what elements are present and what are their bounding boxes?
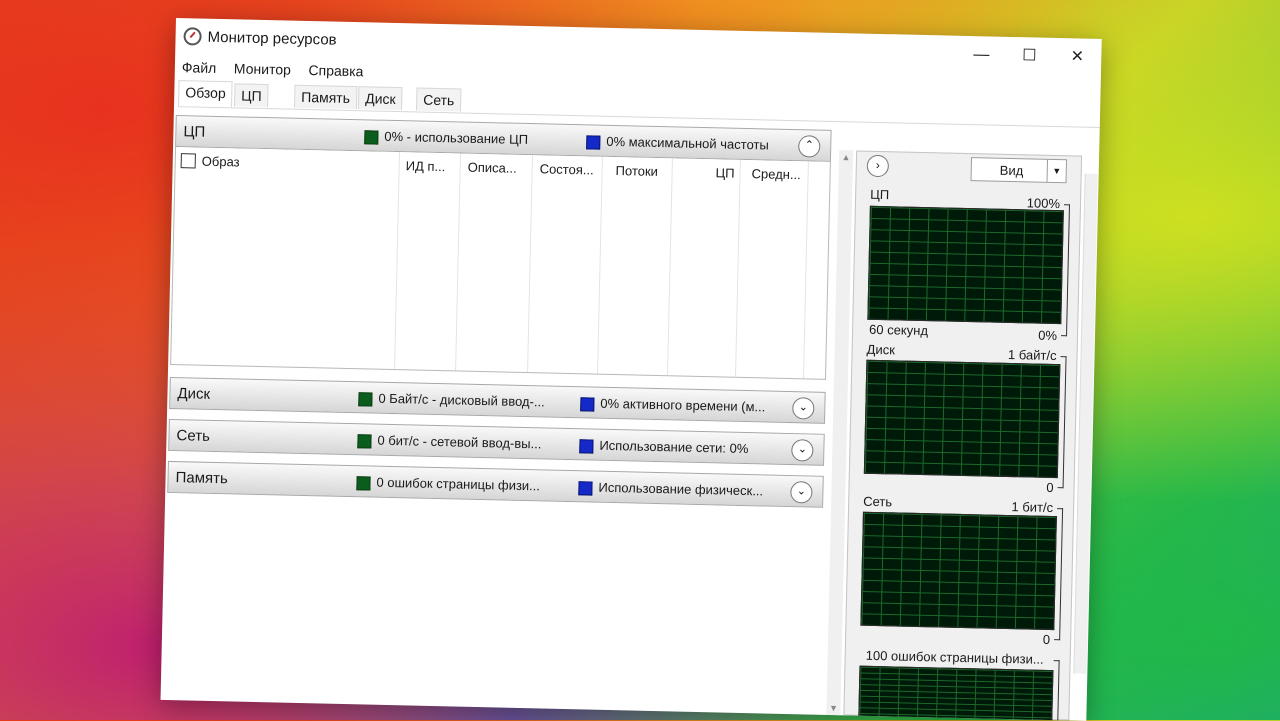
cpu-usage-swatch (364, 130, 379, 145)
tab-memory[interactable]: Память (293, 84, 358, 110)
memory-faults-text: 0 ошибок страницы физи... (376, 474, 541, 494)
disk-active-swatch (580, 397, 595, 412)
cpu-graph-title: ЦП (870, 186, 890, 203)
cpu-frequency-text: 0% максимальной частоты (606, 133, 769, 153)
column-image[interactable]: Образ (201, 148, 240, 179)
tab-disk[interactable]: Диск (357, 86, 403, 111)
memory-section-header[interactable]: Память 0 ошибок страницы физи... Использ… (167, 460, 824, 508)
cpu-section-title: ЦП (183, 123, 206, 141)
resource-monitor-window: Монитор ресурсов — ☐ ✕ Файл Монитор Спра… (160, 18, 1102, 721)
menu-monitor[interactable]: Монитор (227, 57, 298, 81)
menu-file[interactable]: Файл (175, 56, 224, 79)
column-pid[interactable]: ИД п... (405, 152, 446, 183)
menu-help[interactable]: Справка (301, 59, 370, 83)
expand-icon[interactable]: ⌄ (791, 439, 814, 462)
network-io-swatch (357, 434, 372, 449)
column-divider (735, 159, 741, 377)
graph-bracket (1052, 660, 1060, 721)
column-divider (667, 158, 673, 376)
network-graph-title: Сеть (863, 493, 893, 510)
network-io-text: 0 бит/с - сетевой ввод-вы... (377, 432, 542, 452)
cpu-frequency-swatch (586, 135, 601, 150)
overview-panel: ЦП 0% - использование ЦП 0% максимальной… (162, 115, 832, 710)
disk-section-title: Диск (177, 385, 211, 403)
scroll-down-icon[interactable]: ▼ (826, 703, 840, 713)
cpu-graph-time: 60 секунд (868, 321, 929, 339)
disk-io-text: 0 Байт/с - дисковый ввод-... (378, 390, 545, 410)
expand-icon[interactable]: ⌄ (790, 481, 813, 504)
graph-toolbar: › Вид ▼ (856, 151, 1081, 186)
select-all-checkbox[interactable] (180, 153, 196, 169)
disk-graph-max: 1 байт/с (1007, 346, 1057, 364)
column-divider (394, 152, 401, 370)
view-dropdown[interactable]: Вид ▼ (970, 157, 1068, 184)
graph-panel: › Вид ▼ ЦП 100% 60 секунд 0% Диск 1 байт… (843, 150, 1083, 721)
disk-graph (863, 359, 1061, 479)
column-cpu[interactable]: ЦП (715, 159, 735, 189)
cpu-process-table: Образ ИД п... Описа... Состоя... Потоки … (170, 147, 831, 380)
expand-icon[interactable]: ⌄ (792, 397, 815, 420)
disk-active-text: 0% активного времени (м... (600, 395, 766, 415)
column-divider (455, 153, 461, 371)
minimize-button[interactable]: — (961, 42, 1002, 69)
memory-graph-title: 100 ошибок страницы физи... (865, 647, 1044, 667)
scroll-up-icon[interactable]: ▲ (839, 152, 853, 162)
resource-monitor-icon (183, 27, 202, 46)
network-graph-min: 0 (1042, 631, 1051, 647)
column-divider (527, 155, 533, 373)
disk-io-swatch (358, 392, 373, 407)
disk-section-header[interactable]: Диск 0 Байт/с - дисковый ввод-... 0% акт… (169, 376, 826, 424)
column-status[interactable]: Состоя... (539, 155, 594, 186)
network-section-title: Сеть (176, 427, 211, 445)
column-threads[interactable]: Потоки (615, 157, 658, 188)
tab-cpu[interactable]: ЦП (234, 83, 269, 108)
window-title: Монитор ресурсов (207, 28, 337, 49)
collapse-panel-icon[interactable]: › (866, 154, 890, 178)
network-usage-swatch (579, 439, 594, 454)
memory-faults-swatch (356, 476, 371, 491)
network-graph (860, 511, 1057, 631)
memory-usage-text: Использование физическ... (598, 479, 764, 499)
close-button[interactable]: ✕ (1057, 44, 1098, 71)
dropdown-arrow-icon[interactable]: ▼ (1046, 159, 1067, 183)
cpu-graph (867, 205, 1064, 325)
network-usage-text: Использование сети: 0% (599, 437, 749, 457)
tab-overview[interactable]: Обзор (178, 80, 234, 108)
memory-section-title: Память (175, 469, 229, 488)
disk-graph-min: 0 (1046, 479, 1054, 496)
cpu-graph-min: 0% (1038, 327, 1058, 344)
maximize-button[interactable]: ☐ (1009, 43, 1050, 70)
cpu-usage-text: 0% - использование ЦП (384, 128, 529, 148)
column-description[interactable]: Описа... (467, 154, 517, 185)
view-label: Вид (999, 162, 1024, 179)
network-graph-max: 1 бит/с (1011, 499, 1054, 516)
column-divider (802, 161, 809, 379)
memory-usage-swatch (578, 481, 593, 496)
network-section-header[interactable]: Сеть 0 бит/с - сетевой ввод-вы... Исполь… (168, 418, 825, 466)
column-average-cpu[interactable]: Средн... (751, 160, 801, 191)
disk-graph-title: Диск (866, 341, 896, 358)
memory-graph (858, 665, 1054, 721)
collapse-icon[interactable]: ⌃ (798, 135, 821, 158)
column-divider (597, 156, 603, 374)
tab-network[interactable]: Сеть (415, 87, 462, 112)
